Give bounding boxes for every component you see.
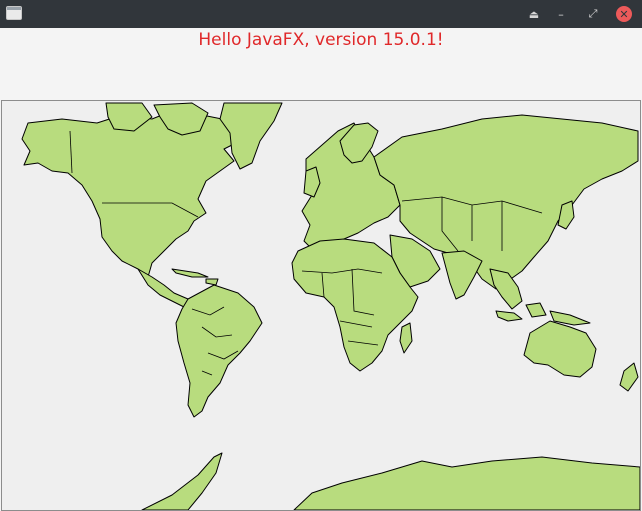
header-area: Hello JavaFX, version 15.0.1! xyxy=(0,28,642,100)
world-map-svg xyxy=(21,102,640,510)
hello-label: Hello JavaFX, version 15.0.1! xyxy=(198,30,444,50)
australia xyxy=(523,320,597,378)
north-america xyxy=(21,108,241,278)
window-titlebar[interactable]: ⏏ – ⤢ ✕ xyxy=(0,0,642,28)
india xyxy=(441,250,483,300)
window-content: Hello JavaFX, version 15.0.1! xyxy=(0,28,642,511)
world-map[interactable] xyxy=(1,100,641,511)
south-america xyxy=(175,284,263,418)
close-icon[interactable]: ✕ xyxy=(616,6,632,22)
new-zealand xyxy=(619,362,639,392)
window-icon xyxy=(6,6,22,20)
antarctica-peninsula xyxy=(141,452,223,510)
minimize-icon[interactable]: – xyxy=(552,5,570,23)
hispaniola xyxy=(205,278,219,286)
antarctica xyxy=(293,456,640,510)
eject-icon[interactable]: ⏏ xyxy=(525,5,543,23)
cuba xyxy=(171,268,209,278)
madagascar xyxy=(399,322,413,354)
maximize-icon[interactable]: ⤢ xyxy=(584,5,602,23)
